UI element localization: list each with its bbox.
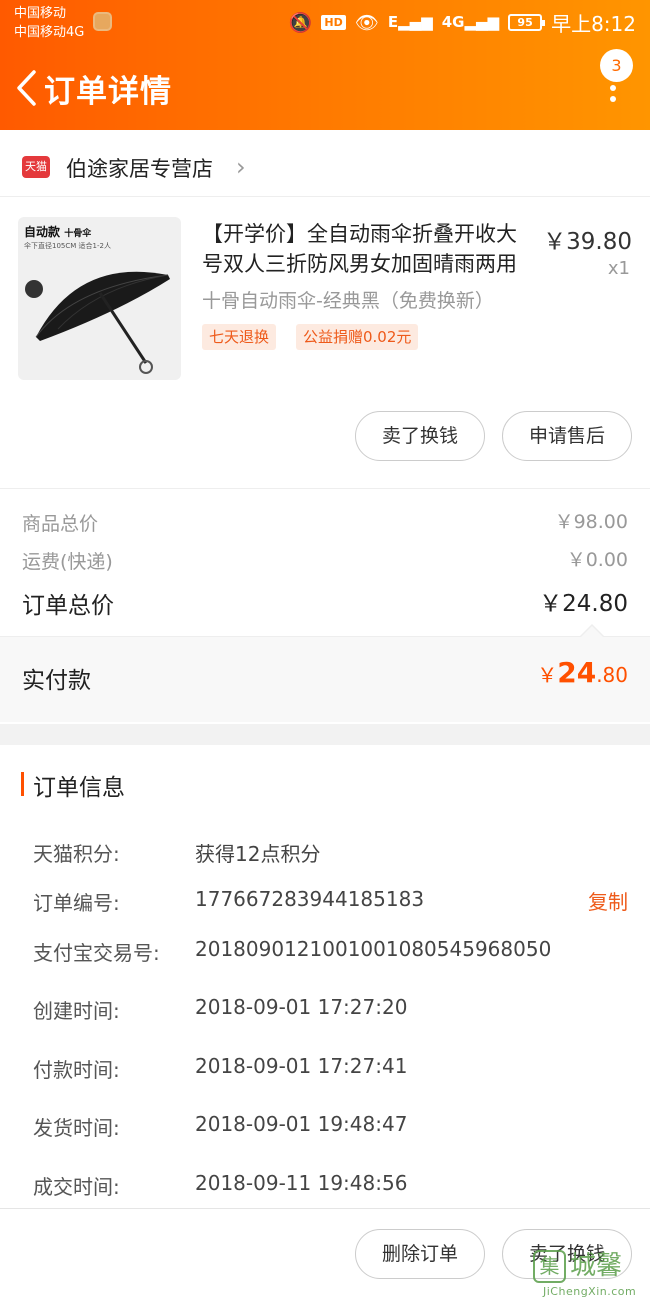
eye-icon: 👁 [354,11,379,34]
carrier-info: 中国移动 中国移动4G [14,4,84,42]
signal-4g-icon: 4G▂▄▆ [441,13,500,31]
created-time-label: 创建时间: [33,999,120,1023]
copy-button[interactable]: 复制 [588,886,628,915]
product-title[interactable]: 【开学价】全自动雨伞折叠开收大号双人三折防风男女加固晴雨两用 [202,219,536,279]
mute-icon: 🔕 [288,11,313,34]
shipping-value: ￥0.00 [566,549,628,571]
product-sku: 十骨自动雨伞-经典黑（免费换新） [202,290,494,312]
image-label: 自动款 十骨伞 [24,225,92,239]
shipping-label: 运费(快递) [22,551,113,573]
completed-time-label: 成交时间: [33,1175,120,1199]
image-sublabel: 伞下直径105CM 适合1-2人 [24,242,111,250]
signal-e-icon: E▂▄▆ [387,13,433,31]
order-total-value: ￥24.80 [539,591,628,617]
points-value: 获得12点积分 [195,842,321,866]
delete-order-button[interactable]: 删除订单 [355,1229,485,1279]
status-time: 早上8:12 [551,11,636,36]
notch-inner [581,626,603,637]
tmall-logo-icon: 天猫 [22,156,50,178]
paid-time-label: 付款时间: [33,1058,120,1082]
section-accent-bar [21,772,24,796]
order-number-label: 订单编号: [33,891,120,915]
paid-time-value: 2018-09-01 17:27:41 [195,1054,408,1078]
goods-total-value: ￥98.00 [554,511,628,533]
shipped-time-label: 发货时间: [33,1116,120,1140]
chevron-right-icon[interactable]: › [236,155,246,179]
back-arrow-icon[interactable] [14,68,44,108]
carrier-2: 中国移动4G [14,25,85,40]
hd-icon: HD [321,14,346,30]
carrier-1: 中国移动 [14,6,67,21]
battery-icon: 95 [508,13,546,31]
order-info-title: 订单信息 [33,775,125,801]
alipay-trade-value: 2018090121001001080545968050 [195,937,552,961]
sell-button[interactable]: 卖了换钱 [355,411,485,461]
order-total-label: 订单总价 [22,593,114,619]
order-number-value: 177667283944185183 [195,887,425,911]
return-policy-tag: 七天退换 [202,324,277,350]
status-icons: 🔕 HD 👁 E▂▄▆ 4G▂▄▆ 95 早上8:12 [289,8,636,36]
app-header: 中国移动 中国移动4G 🔕 HD 👁 E▂▄▆ 4G▂▄▆ 95 早上8:12 … [0,0,650,130]
paid-label: 实付款 [22,668,91,694]
created-time-value: 2018-09-01 17:27:20 [195,995,408,1019]
divider [0,196,650,197]
security-shield-icon [93,12,112,31]
shipped-time-value: 2018-09-01 19:48:47 [195,1112,408,1136]
divider [0,488,650,489]
paid-amount: ￥24.80 [537,656,628,689]
after-sale-button[interactable]: 申请售后 [502,411,632,461]
product-price: ￥39.80 [543,229,632,255]
page-title: 订单详情 [44,74,172,110]
points-label: 天猫积分: [33,842,120,866]
charity-tag: 公益捐赠0.02元 [296,324,419,350]
alipay-trade-label: 支付宝交易号: [33,941,160,965]
product-quantity: x1 [607,258,630,279]
product-image[interactable]: 自动款 十骨伞 伞下直径105CM 适合1-2人 [18,217,181,380]
completed-time-value: 2018-09-11 19:48:56 [195,1171,408,1195]
shop-name[interactable]: 伯途家居专营店 [66,153,213,183]
goods-total-label: 商品总价 [22,513,99,535]
watermark-logo: 集 城馨 JiChengXin.com [533,1250,650,1300]
more-menu-icon[interactable] [606,74,620,106]
